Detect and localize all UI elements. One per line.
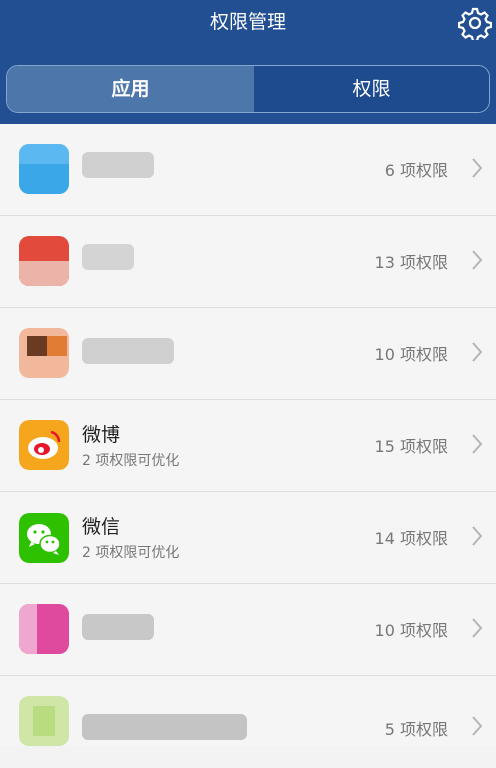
app-name: 微信 [82, 516, 121, 538]
chevron-right-icon [472, 434, 483, 454]
chevron-right-icon [472, 158, 483, 178]
tab-permissions[interactable]: 权限 [254, 66, 489, 112]
blurred-app-name [82, 338, 174, 364]
permission-count: 13 项权限 [374, 253, 448, 272]
chevron-right-icon [472, 618, 483, 638]
wechat-icon [19, 513, 69, 563]
chevron-right-icon [472, 526, 483, 546]
permission-count: 6 项权限 [384, 161, 448, 180]
chevron-right-icon [472, 342, 483, 362]
app-icon-blurred [19, 328, 69, 378]
permission-count: 5 项权限 [384, 720, 448, 739]
weibo-icon [19, 420, 69, 470]
permission-count: 15 项权限 [374, 437, 448, 456]
app-icon-blurred [19, 144, 69, 194]
app-row[interactable]: 10 项权限 [0, 308, 496, 400]
app-subtitle: 2 项权限可优化 [82, 453, 180, 469]
app-row[interactable]: 6 项权限 [0, 124, 496, 216]
permission-count: 14 项权限 [374, 529, 448, 548]
blurred-app-name [82, 152, 154, 178]
app-name: 微博 [82, 424, 121, 446]
app-icon-blurred [19, 236, 69, 286]
permission-count: 10 项权限 [374, 621, 448, 640]
app-row[interactable]: 5 项权限 [0, 676, 496, 768]
tab-apps[interactable]: 应用 [7, 66, 254, 112]
permission-count: 10 项权限 [374, 345, 448, 364]
app-row[interactable]: 13 项权限 [0, 216, 496, 308]
app-row-wechat[interactable]: 微信 2 项权限可优化 14 项权限 [0, 492, 496, 584]
gear-icon[interactable] [458, 6, 492, 40]
app-icon-blurred [19, 696, 69, 746]
app-icon-blurred [19, 604, 69, 654]
blurred-app-name [82, 244, 134, 270]
app-subtitle: 2 项权限可优化 [82, 545, 180, 561]
app-header: 权限管理 应用 权限 [0, 0, 496, 124]
blurred-app-name [82, 614, 154, 640]
app-row[interactable]: 10 项权限 [0, 584, 496, 676]
blurred-app-name [82, 714, 247, 740]
chevron-right-icon [472, 716, 483, 736]
chevron-right-icon [472, 250, 483, 270]
page-title: 权限管理 [209, 11, 286, 33]
app-row-weibo[interactable]: 微博 2 项权限可优化 15 项权限 [0, 400, 496, 492]
app-list: 6 项权限 13 项权限 10 项权限 微博 2 项权限可优化 15 项权限 微… [0, 124, 496, 746]
tab-bar: 应用 权限 [6, 65, 490, 113]
